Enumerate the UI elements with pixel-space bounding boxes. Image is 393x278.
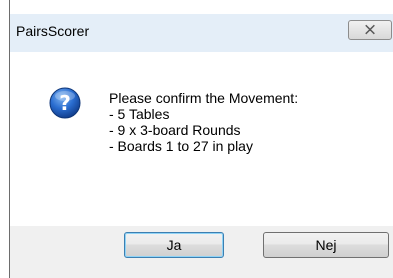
close-button[interactable]: ⨉ [348,20,392,40]
window-title: PairsScorer [16,23,90,39]
dialog-window: PairsScorer ⨉ ? Please confirm the Movem… [0,0,393,278]
message-line: - 5 Tables [109,106,170,122]
message-line: Please confirm the Movement: [109,90,299,106]
title-bar[interactable]: PairsScorer ⨉ [10,14,393,52]
message-line: - 9 x 3-board Rounds [109,122,241,138]
dialog-footer: Ja Nej [10,226,393,278]
svg-text:?: ? [59,91,71,115]
yes-button[interactable]: Ja [124,232,224,258]
close-icon: ⨉ [365,23,375,37]
message-line: - Boards 1 to 27 in play [109,138,253,154]
dialog-message: Please confirm the Movement: - 5 Tables … [109,90,298,154]
no-button[interactable]: Nej [263,232,389,258]
dialog-body: ? Please confirm the Movement: - 5 Table… [10,52,393,226]
question-icon: ? [49,87,81,119]
